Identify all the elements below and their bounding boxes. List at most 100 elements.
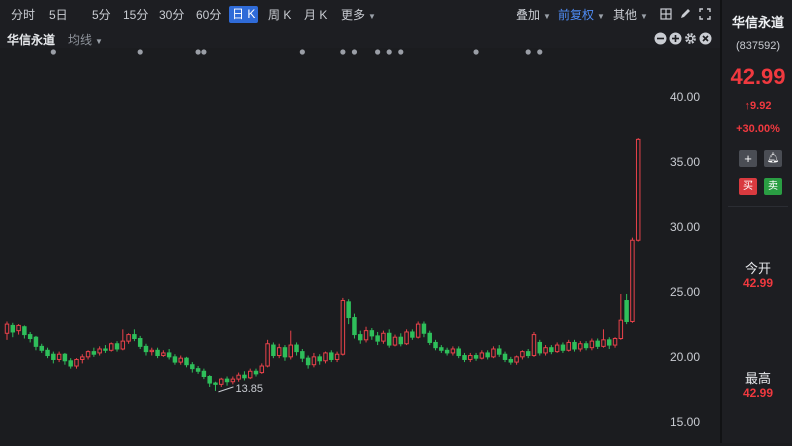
period-tab-5min[interactable]: 5分: [92, 0, 111, 28]
candle-body-5: [33, 336, 39, 347]
chevron-down-icon: ▼: [640, 12, 648, 21]
candle-body-91: [531, 334, 537, 357]
candle-body-78: [456, 348, 461, 357]
candle-body-51: [300, 351, 305, 359]
candle-body-37: [219, 378, 224, 385]
indicator-bar: 华信永道 均线 ▼: [0, 28, 720, 48]
other-dropdown[interactable]: 其他 ▼: [613, 0, 648, 28]
event-marker-11[interactable]: [525, 49, 531, 55]
event-marker-0[interactable]: [50, 49, 56, 55]
price-tick-label: 20.00: [670, 350, 701, 364]
candle-body-58: [340, 300, 346, 355]
event-marker-5[interactable]: [340, 49, 346, 55]
period-tab-15min[interactable]: 15分: [123, 0, 148, 28]
candle-body-25: [149, 349, 155, 353]
ma-dropdown[interactable]: 均线 ▼: [68, 31, 103, 48]
plus-circle-icon[interactable]: [669, 32, 682, 45]
candle-body-63: [369, 330, 375, 337]
candle-body-24: [143, 345, 149, 353]
event-marker-3[interactable]: [201, 49, 207, 55]
candle-body-30: [178, 357, 183, 363]
chevron-down-icon: ▼: [368, 12, 376, 21]
sidebar-change-percent: +30.00%: [736, 123, 780, 135]
chevron-down-icon: ▼: [95, 37, 103, 46]
event-marker-8[interactable]: [386, 49, 392, 55]
candle-body-11: [68, 360, 73, 367]
open-label: 今开: [744, 261, 771, 276]
grid-icon[interactable]: [660, 8, 672, 20]
candle-body-9: [56, 353, 62, 360]
candle-body-73: [427, 332, 432, 343]
candle-body-79: [462, 355, 467, 360]
candle-body-44: [259, 365, 265, 374]
candle-body-104: [607, 339, 612, 346]
candle-body-96: [560, 344, 566, 351]
event-marker-12[interactable]: [537, 49, 543, 55]
candle-body-6: [39, 345, 44, 351]
candle-body-61: [358, 334, 363, 341]
sidebar-last-price: 42.99: [730, 64, 786, 89]
pen-icon[interactable]: [679, 8, 691, 20]
period-tab-daily[interactable]: 日 K: [229, 6, 259, 23]
period-tab-60min[interactable]: 60分: [196, 0, 221, 28]
candle-body-75: [439, 347, 444, 351]
close-circle-icon[interactable]: [699, 32, 712, 45]
candle-body-45: [265, 343, 270, 367]
candle-body-85: [496, 348, 502, 355]
sidebar-stock-code: (837592): [735, 40, 781, 52]
candle-body-72: [421, 323, 427, 334]
adjust-dropdown[interactable]: 前复权 ▼: [558, 0, 605, 28]
period-tab-30min[interactable]: 30分: [159, 0, 184, 28]
low-annotation-label: 13.85: [235, 383, 263, 395]
settings-gear-icon[interactable]: [684, 32, 697, 45]
overlay-dropdown[interactable]: 叠加 ▼: [516, 0, 551, 28]
event-marker-1[interactable]: [137, 49, 143, 55]
event-marker-9[interactable]: [398, 49, 404, 55]
candle-body-29: [172, 356, 178, 363]
period-tab-timeshare[interactable]: 分时: [11, 0, 35, 28]
candle-body-77: [450, 348, 456, 354]
candle-body-18: [108, 343, 114, 351]
candle-body-56: [329, 352, 334, 360]
candle-body-3: [22, 326, 27, 336]
candle-body-65: [381, 332, 386, 342]
candle-body-17: [103, 348, 108, 351]
candle-body-69: [404, 331, 409, 345]
candle-body-23: [137, 338, 143, 347]
add-watchlist-button[interactable]: +: [739, 150, 757, 167]
adjust-label: 前复权: [558, 8, 595, 22]
alert-bell-button[interactable]: 🔔︎: [764, 150, 782, 167]
event-marker-6[interactable]: [351, 49, 358, 55]
candle-body-31: [184, 357, 189, 366]
event-marker-4[interactable]: [299, 49, 305, 55]
event-marker-10[interactable]: [473, 49, 479, 55]
period-tab-weekly[interactable]: 周 K: [268, 0, 291, 28]
more-label: 更多: [341, 8, 366, 22]
sell-button[interactable]: 卖: [764, 178, 782, 195]
period-tab-monthly[interactable]: 月 K: [304, 0, 327, 28]
more-periods-dropdown[interactable]: 更多 ▼: [341, 0, 376, 28]
candle-body-94: [549, 347, 554, 353]
period-tab-5day[interactable]: 5日: [49, 0, 68, 28]
candle-body-2: [16, 324, 21, 332]
candle-body-97: [566, 341, 571, 351]
sidebar-divider: [728, 206, 788, 207]
candle-body-67: [392, 336, 398, 346]
candlestick-chart[interactable]: 42.9913.85: [0, 9, 720, 443]
candlestick-svg: 42.9913.85: [4, 9, 647, 395]
event-marker-2[interactable]: [195, 49, 201, 55]
candle-body-12: [74, 358, 79, 367]
event-marker-7[interactable]: [375, 49, 381, 55]
candle-body-7: [45, 349, 50, 357]
candle-body-27: [161, 352, 166, 357]
price-tick-label: 35.00: [670, 155, 701, 169]
candle-body-95: [554, 344, 560, 353]
candle-body-46: [271, 344, 276, 357]
candle-body-36: [213, 382, 218, 385]
buy-button[interactable]: 买: [739, 178, 757, 195]
candle-body-66: [386, 332, 392, 346]
expand-icon[interactable]: [699, 8, 711, 20]
sidebar-stock-name: 华信永道: [731, 15, 784, 30]
plus-icon: +: [744, 151, 752, 166]
minus-circle-icon[interactable]: [654, 32, 667, 45]
